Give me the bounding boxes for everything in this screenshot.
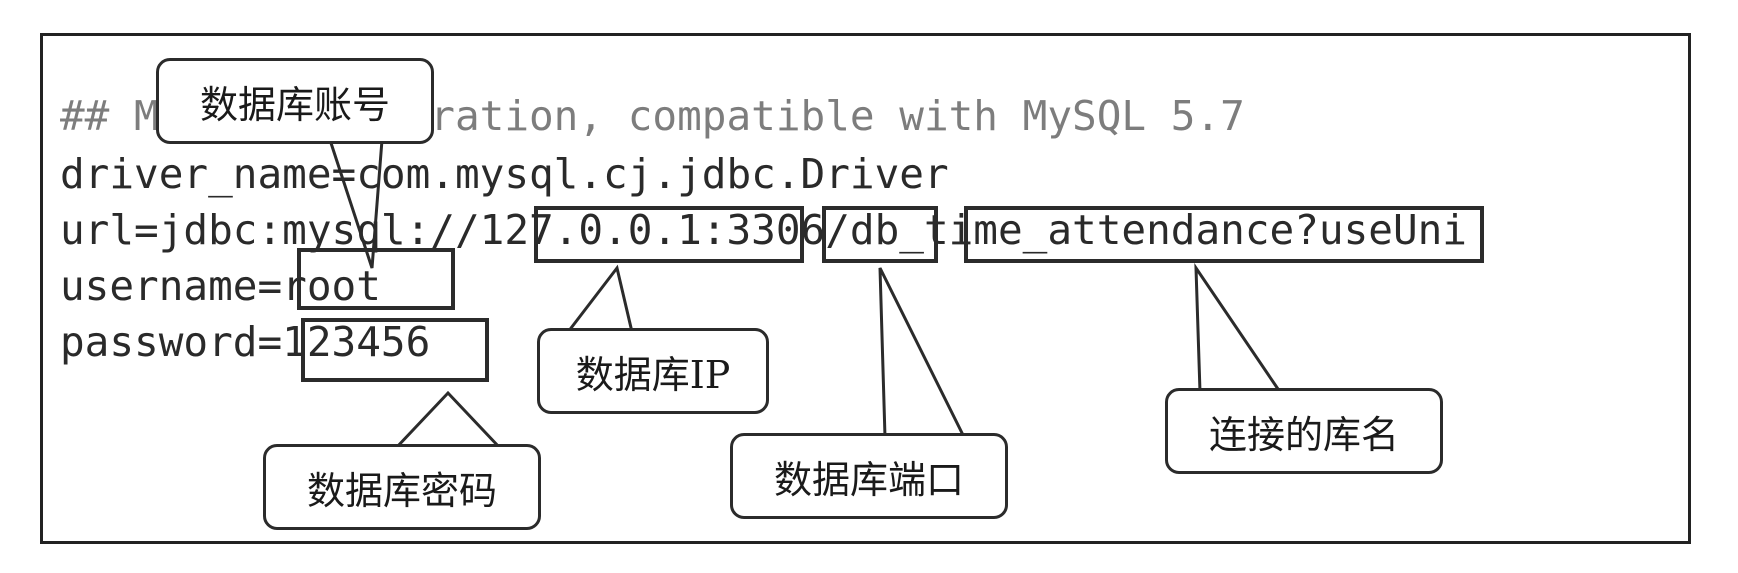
callout-db-name: 连接的库名 [1165,388,1443,474]
callout-db-password: 数据库密码 [263,444,541,530]
callout-db-account: 数据库账号 [156,58,434,144]
callout-db-ip: 数据库IP [537,328,769,414]
dbname-highlight [964,206,1484,263]
ip-highlight [534,206,804,263]
code-line-driver: driver_name=com.mysql.cj.jdbc.Driver [60,150,949,198]
callout-db-port: 数据库端口 [730,433,1008,519]
password-highlight [301,318,489,382]
username-highlight [297,248,455,310]
port-highlight [822,206,938,263]
